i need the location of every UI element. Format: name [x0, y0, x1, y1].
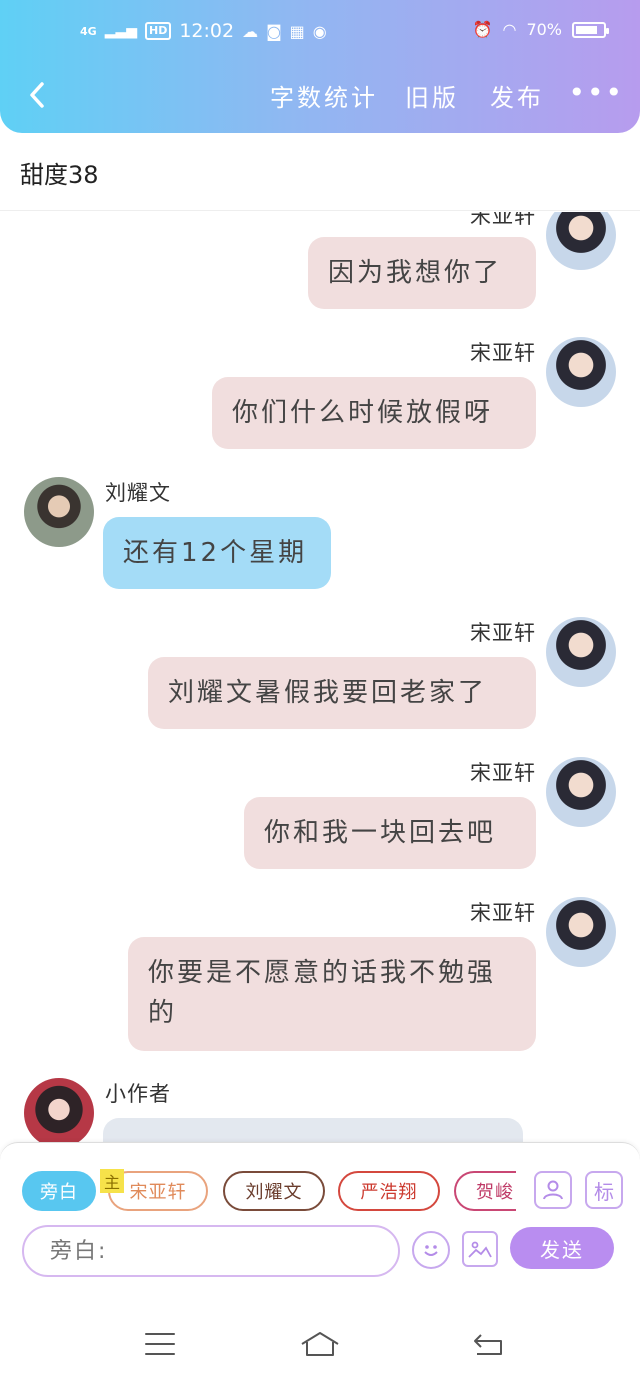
chat-app-icon: ◙ [266, 21, 282, 41]
message-bubble[interactable]: 因为我想你了 [308, 237, 536, 309]
message-input[interactable] [22, 1225, 400, 1277]
smiley-icon [424, 1245, 438, 1256]
avatar[interactable] [546, 337, 616, 407]
message-item[interactable]: 宋亚轩 你和我一块回去吧 [0, 757, 640, 872]
contacts-button[interactable] [534, 1171, 572, 1209]
image-button[interactable] [462, 1231, 498, 1267]
message-bubble[interactable]: 你们什么时候放假呀 [212, 377, 536, 449]
emoji-button[interactable] [412, 1231, 450, 1269]
alarm-icon: ⏰ [472, 20, 493, 39]
message-bubble[interactable]: 你和我一块回去吧 [244, 797, 536, 869]
sender-name: 宋亚轩 [470, 621, 536, 645]
message-item[interactable]: 刘耀文 还有12个星期 [0, 477, 640, 592]
status-bar: 4G ▂▃▅ HD 12:02 ☁ ◙ ▦ ◉ ⏰ ◠ 70% [0, 20, 640, 50]
home-button[interactable] [298, 1329, 342, 1359]
back-arrow-icon [474, 1334, 502, 1355]
chat-area[interactable]: 宋亚轩 因为我想你了 宋亚轩 你们什么时候放假呀 刘耀文 还有12个星期 宋亚轩… [0, 212, 640, 1142]
system-nav-bar [0, 1277, 640, 1387]
hd-badge: HD [145, 22, 172, 40]
message-item[interactable]: 宋亚轩 刘耀文暑假我要回老家了 [0, 617, 640, 732]
message-item[interactable]: 小作者 [0, 1078, 640, 1142]
publish-button[interactable]: 发布 [490, 78, 544, 113]
message-item[interactable]: 宋亚轩 你们什么时候放假呀 [0, 337, 640, 452]
menu-icon [145, 1333, 175, 1355]
clock: 12:02 [179, 20, 235, 42]
main-character-tag: 主 [100, 1169, 124, 1193]
word-count-button[interactable]: 字数统计 [270, 78, 378, 113]
message-item[interactable]: 宋亚轩 你要是不愿意的话我不勉强的 [0, 897, 640, 1057]
battery-percent: 70% [526, 20, 562, 39]
person-icon [543, 1180, 563, 1200]
avatar[interactable] [24, 1078, 94, 1142]
sender-name: 小作者 [105, 1082, 171, 1106]
sender-name: 宋亚轩 [470, 901, 536, 925]
message-bubble[interactable]: 你要是不愿意的话我不勉强的 [128, 937, 536, 1051]
send-button[interactable]: 发送 [510, 1227, 614, 1269]
avatar[interactable] [546, 757, 616, 827]
character-chip-narrator[interactable]: 旁白 [22, 1171, 96, 1211]
notification-icon: ▦ [289, 21, 305, 41]
avatar[interactable] [24, 477, 94, 547]
sender-name: 宋亚轩 [470, 341, 536, 365]
character-selector: 旁白 宋亚轩 主 刘耀文 严浩翔 贺峻 标 [0, 1169, 640, 1213]
chevron-left-icon [30, 82, 44, 108]
old-version-button[interactable]: 旧版 [405, 78, 459, 113]
more-options-button[interactable]: ••• [568, 76, 624, 109]
character-chip-yan-haoxiang[interactable]: 严浩翔 [338, 1171, 440, 1211]
network-indicator: 4G [80, 24, 97, 38]
input-row: 发送 [0, 1225, 640, 1279]
home-icon [301, 1332, 339, 1356]
nav-bar: 字数统计 旧版 发布 ••• [0, 70, 640, 120]
wifi-icon: ◠ [502, 20, 517, 39]
battery-fill [576, 25, 597, 34]
story-title-bar: 甜度38 [0, 133, 640, 211]
avatar[interactable] [546, 897, 616, 967]
message-bubble[interactable]: 还有12个星期 [103, 517, 331, 589]
message-item[interactable]: 宋亚轩 因为我想你了 [0, 212, 640, 310]
back-button[interactable] [22, 78, 52, 112]
status-left: 4G ▂▃▅ HD 12:02 ☁ ◙ ▦ ◉ [80, 20, 327, 42]
compass-icon: ◉ [312, 21, 327, 41]
signal-icon: ▂▃▅ [104, 23, 137, 39]
status-right: ⏰ ◠ 70% [472, 20, 609, 39]
avatar[interactable] [546, 617, 616, 687]
recent-apps-button[interactable] [140, 1329, 180, 1359]
avatar[interactable] [546, 212, 616, 270]
sender-name: 刘耀文 [105, 481, 171, 505]
message-bubble[interactable]: 刘耀文暑假我要回老家了 [148, 657, 536, 729]
cloud-icon: ☁ [242, 21, 259, 41]
character-chip-liu-yaowen[interactable]: 刘耀文 [223, 1171, 325, 1211]
message-bubble[interactable] [103, 1118, 523, 1142]
story-title[interactable]: 甜度38 [20, 155, 99, 190]
sender-name: 宋亚轩 [470, 212, 536, 228]
top-app-bar: 4G ▂▃▅ HD 12:02 ☁ ◙ ▦ ◉ ⏰ ◠ 70% 字数统计 旧版 … [0, 0, 640, 133]
tag-button[interactable]: 标 [585, 1171, 623, 1209]
composer-panel: 旁白 宋亚轩 主 刘耀文 严浩翔 贺峻 标 发送 [0, 1142, 640, 1277]
character-chip-he-junlin[interactable]: 贺峻 [454, 1171, 516, 1211]
image-icon [468, 1241, 492, 1258]
back-nav-button[interactable] [468, 1329, 508, 1359]
battery-icon [572, 21, 609, 38]
sender-name: 宋亚轩 [470, 761, 536, 785]
